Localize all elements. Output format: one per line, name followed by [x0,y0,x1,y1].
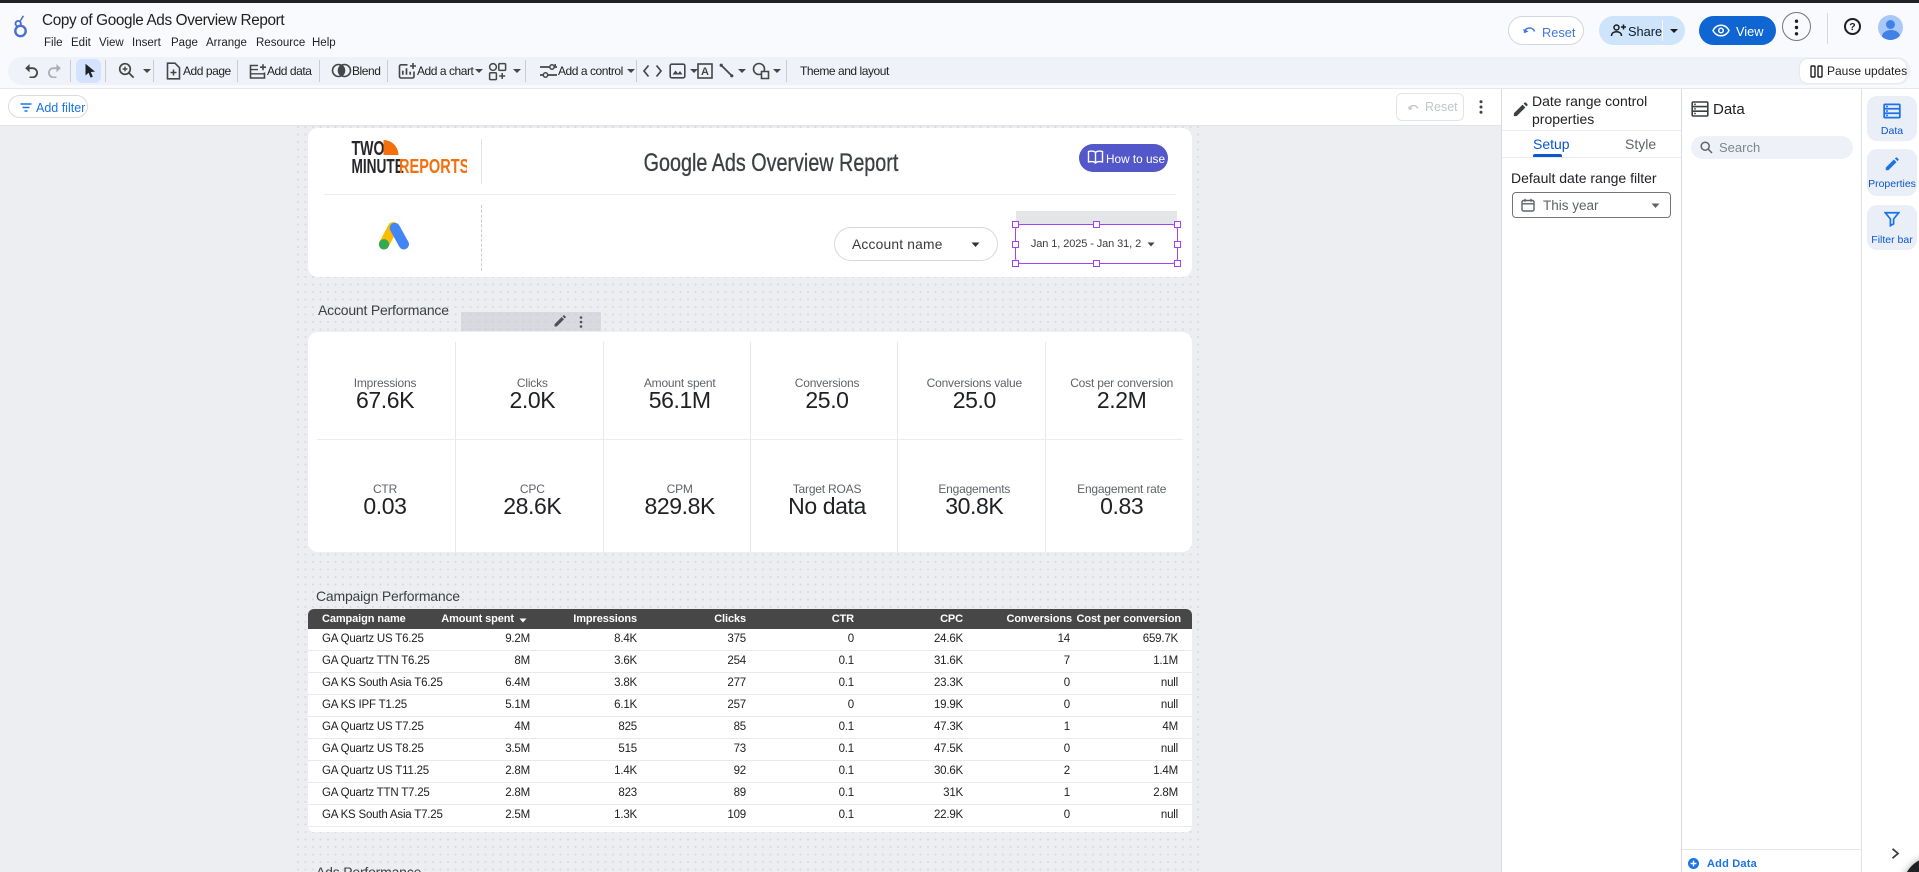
svg-text:MINUTE: MINUTE [352,154,404,177]
svg-text:A: A [701,66,709,78]
svg-text:REPORTS: REPORTS [399,155,467,177]
